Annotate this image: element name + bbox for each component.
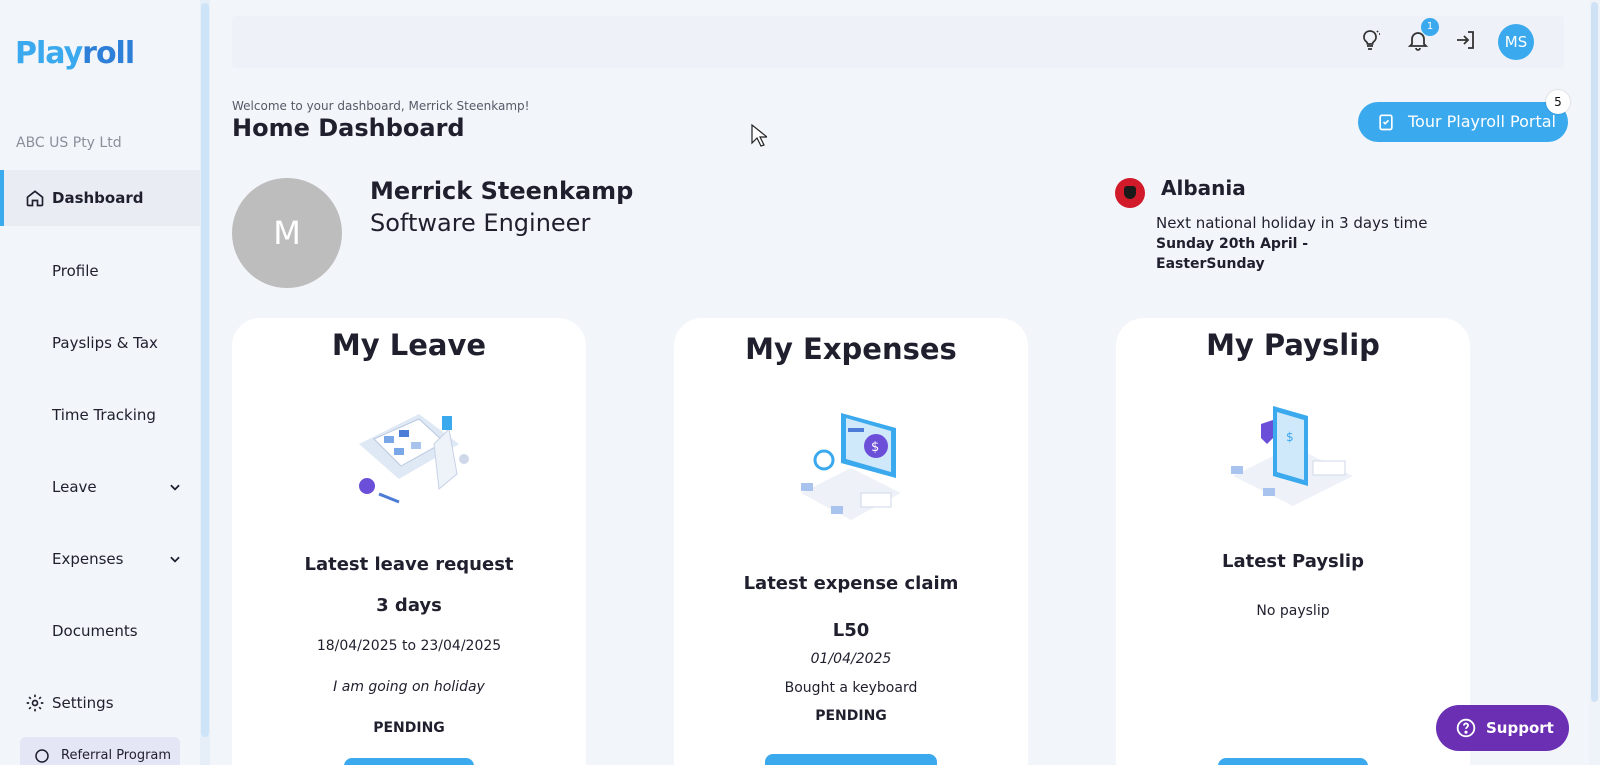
sidebar: Playroll ABC US Pty Ltd Dashboard Profil… (0, 0, 200, 765)
payslip-card[interactable]: My Payslip $ Latest Payslip No payslip (1116, 318, 1470, 765)
sidebar-item-label: Profile (52, 262, 99, 280)
leave-dates: 18/04/2025 to 23/04/2025 (316, 638, 502, 654)
card-title: My Payslip (1206, 328, 1380, 362)
sidebar-scroll-thumb[interactable] (201, 3, 209, 737)
notification-badge: 1 (1421, 18, 1439, 36)
payslip-subtitle: Latest Payslip (1222, 551, 1364, 572)
expense-subtitle: Latest expense claim (743, 573, 959, 594)
sidebar-item-documents[interactable]: Documents (0, 603, 200, 659)
calendar-illustration-icon (359, 414, 469, 504)
view-expenses-button[interactable] (765, 754, 937, 765)
sidebar-item-label: Payslips & Tax (52, 334, 158, 352)
support-label: Support (1486, 719, 1554, 737)
page-scrollbar[interactable] (1589, 0, 1600, 765)
expenses-card[interactable]: My Expenses $ Latest expense claim L50 0… (674, 318, 1028, 765)
chevron-down-icon[interactable] (168, 480, 182, 494)
profile-role: Software Engineer (370, 209, 591, 237)
support-button[interactable]: Support (1436, 705, 1569, 751)
sidebar-item-expenses[interactable]: Expenses (0, 531, 200, 587)
playroll-logo[interactable]: Playroll (15, 36, 135, 71)
lightbulb-icon[interactable] (1358, 28, 1382, 52)
chevron-down-icon[interactable] (168, 552, 182, 566)
expense-date: 01/04/2025 (810, 651, 892, 667)
tour-portal-button[interactable]: Tour Playroll Portal (1358, 102, 1568, 142)
logout-icon[interactable] (1454, 28, 1478, 52)
page-scroll-thumb[interactable] (1591, 2, 1598, 702)
home-icon (26, 190, 44, 207)
payslip-empty-text: No payslip (1256, 603, 1330, 619)
user-avatar[interactable]: MS (1498, 24, 1534, 60)
holiday-text: Next national holiday in 3 days time (1156, 214, 1428, 232)
welcome-text: Welcome to your dashboard, Merrick Steen… (232, 99, 530, 113)
leave-status: PENDING (373, 720, 445, 736)
sidebar-item-label: Time Tracking (52, 406, 156, 424)
phone-payment-illustration-icon: $ (1231, 406, 1353, 506)
gear-icon (26, 694, 44, 712)
holiday-date: Sunday 20th April - EasterSunday (1156, 236, 1309, 272)
leave-note: I am going on holiday (333, 679, 485, 695)
sidebar-item-label: Leave (52, 478, 97, 496)
view-payslip-button[interactable] (1218, 758, 1368, 765)
sidebar-item-payslips[interactable]: Payslips & Tax (0, 315, 200, 371)
sidebar-scrollbar[interactable] (200, 0, 210, 765)
sidebar-item-profile[interactable]: Profile (0, 243, 200, 299)
leave-subtitle: Latest leave request (304, 554, 514, 575)
gift-icon (35, 749, 49, 763)
payment-monitor-illustration-icon: $ (801, 413, 901, 520)
referral-program-button[interactable]: Referral Program (20, 737, 180, 765)
card-title: My Expenses (745, 332, 957, 366)
leave-amount: 3 days (376, 595, 442, 616)
expense-amount: L50 (832, 620, 870, 641)
sidebar-item-dashboard[interactable]: Dashboard (0, 170, 200, 226)
sidebar-item-label: Settings (52, 694, 114, 712)
referral-label: Referral Program (61, 748, 172, 763)
mouse-cursor-icon (751, 124, 767, 147)
sidebar-item-settings[interactable]: Settings (0, 675, 200, 731)
tour-label: Tour Playroll Portal (1408, 112, 1556, 131)
tour-badge: 5 (1546, 90, 1570, 114)
svg-text:$: $ (871, 440, 879, 455)
sidebar-item-time-tracking[interactable]: Time Tracking (0, 387, 200, 443)
sidebar-item-leave[interactable]: Leave (0, 459, 200, 515)
help-circle-icon (1456, 718, 1476, 738)
expense-status: PENDING (815, 708, 887, 724)
albania-flag-icon (1115, 178, 1145, 208)
profile-name: Merrick Steenkamp (370, 177, 634, 205)
expense-description: Bought a keyboard (784, 680, 918, 696)
leave-card[interactable]: My Leave Latest leave request 3 days 18/… (232, 318, 586, 765)
clipboard-icon (1379, 114, 1393, 131)
sidebar-item-label: Dashboard (52, 189, 144, 207)
sidebar-item-label: Expenses (52, 550, 124, 568)
profile-avatar: M (232, 178, 342, 288)
company-name: ABC US Pty Ltd (16, 135, 122, 151)
page-title: Home Dashboard (232, 114, 465, 142)
view-leave-button[interactable] (344, 758, 474, 765)
country-name: Albania (1161, 176, 1246, 200)
svg-text:$: $ (1286, 430, 1294, 444)
card-title: My Leave (331, 328, 487, 362)
sidebar-item-label: Documents (52, 622, 138, 640)
